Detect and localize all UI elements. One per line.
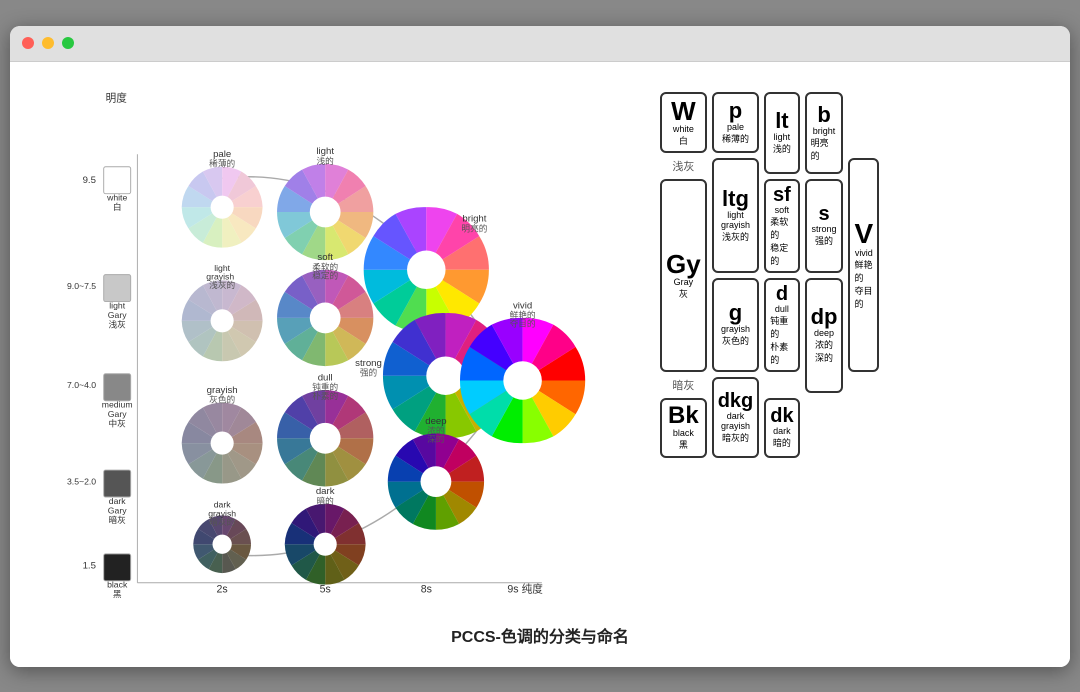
page-title: PCCS-色调的分类与命名 — [451, 623, 629, 647]
svg-text:稀薄的: 稀薄的 — [209, 157, 235, 168]
legend-sf: sf soft 柔软的 稳定的 — [764, 179, 799, 273]
legend-area: W white 白 p pale 稀薄的 lt light 浅的 — [660, 82, 1040, 607]
legend-empty1 — [848, 92, 879, 153]
legend-light-gray-label: 浅灰 — [660, 158, 707, 174]
legend-d: d dull 钝重的 朴素的 — [764, 278, 799, 372]
content: 明度 9.5 white 白 9.0~7.5 light Gary 浅灰 7.0… — [10, 62, 1070, 667]
svg-text:3.5~2.0: 3.5~2.0 — [67, 476, 96, 486]
legend-dark-gray-label: 暗灰 — [660, 377, 707, 393]
svg-text:7.0~4.0: 7.0~4.0 — [67, 380, 96, 390]
svg-text:black: black — [107, 579, 128, 589]
titlebar — [10, 26, 1070, 62]
svg-text:2s: 2s — [217, 583, 228, 595]
svg-text:明亮的: 明亮的 — [461, 222, 487, 233]
svg-text:Gary: Gary — [108, 309, 127, 319]
svg-text:浅灰的: 浅灰的 — [209, 279, 235, 290]
svg-text:明度: 明度 — [106, 91, 128, 104]
legend-dk: dk dark 暗的 — [764, 398, 799, 458]
svg-text:Gary: Gary — [108, 505, 127, 515]
svg-text:9.0~7.5: 9.0~7.5 — [67, 281, 96, 291]
legend-v: V vivid 鲜艳的 夺目的 — [848, 158, 879, 372]
svg-text:white: white — [106, 192, 127, 202]
svg-text:朴素的: 朴素的 — [312, 389, 338, 400]
svg-text:9.5: 9.5 — [83, 175, 96, 186]
svg-text:纯度: 纯度 — [522, 582, 544, 595]
svg-text:dark: dark — [109, 495, 127, 505]
legend-dp: dp deep 浓的 深的 — [805, 278, 844, 393]
svg-text:浅灰: 浅灰 — [109, 318, 127, 329]
chart-area: 明度 9.5 white 白 9.0~7.5 light Gary 浅灰 7.0… — [40, 82, 640, 607]
svg-text:light: light — [109, 300, 125, 310]
legend-gy: Gy Gray 灰 — [660, 179, 707, 372]
legend-bk: Bk black 黑 — [660, 398, 707, 458]
svg-text:暗灰的: 暗灰的 — [209, 515, 235, 526]
legend-g: g grayish 灰色的 — [712, 278, 760, 372]
svg-text:强的: 强的 — [360, 366, 378, 377]
svg-text:5s: 5s — [320, 583, 331, 595]
legend-w: W white 白 — [660, 92, 707, 153]
legend-lt: lt light 浅的 — [764, 92, 799, 174]
svg-text:暗的: 暗的 — [317, 494, 335, 505]
svg-text:稳定的: 稳定的 — [312, 269, 338, 280]
maximize-button[interactable] — [62, 37, 74, 49]
legend-dkg: dkg dark grayish 暗灰的 — [712, 377, 760, 458]
svg-text:浅的: 浅的 — [317, 154, 335, 165]
svg-text:1.5: 1.5 — [83, 560, 96, 571]
svg-text:夺目的: 夺目的 — [510, 317, 536, 328]
svg-text:Gary: Gary — [108, 409, 127, 419]
chart-svg: 明度 9.5 white 白 9.0~7.5 light Gary 浅灰 7.0… — [40, 82, 620, 602]
svg-text:深的: 深的 — [427, 433, 445, 444]
svg-text:灰色的: 灰色的 — [209, 393, 235, 404]
svg-text:黑: 黑 — [113, 589, 122, 599]
svg-text:中灰: 中灰 — [109, 417, 127, 428]
svg-text:9s: 9s — [507, 583, 518, 595]
legend-ltg: ltg light grayish 浅灰的 — [712, 158, 760, 273]
svg-text:8s: 8s — [421, 583, 432, 595]
main-area: 明度 9.5 white 白 9.0~7.5 light Gary 浅灰 7.0… — [40, 82, 1040, 607]
svg-text:medium: medium — [102, 399, 133, 409]
minimize-button[interactable] — [42, 37, 54, 49]
legend-p: p pale 稀薄的 — [712, 92, 760, 153]
svg-text:暗灰: 暗灰 — [109, 514, 127, 525]
close-button[interactable] — [22, 37, 34, 49]
legend-s: s strong 强的 — [805, 179, 844, 273]
svg-text:白: 白 — [113, 201, 122, 212]
window: 明度 9.5 white 白 9.0~7.5 light Gary 浅灰 7.0… — [10, 26, 1070, 667]
legend-b: b bright 明亮的 — [805, 92, 844, 174]
